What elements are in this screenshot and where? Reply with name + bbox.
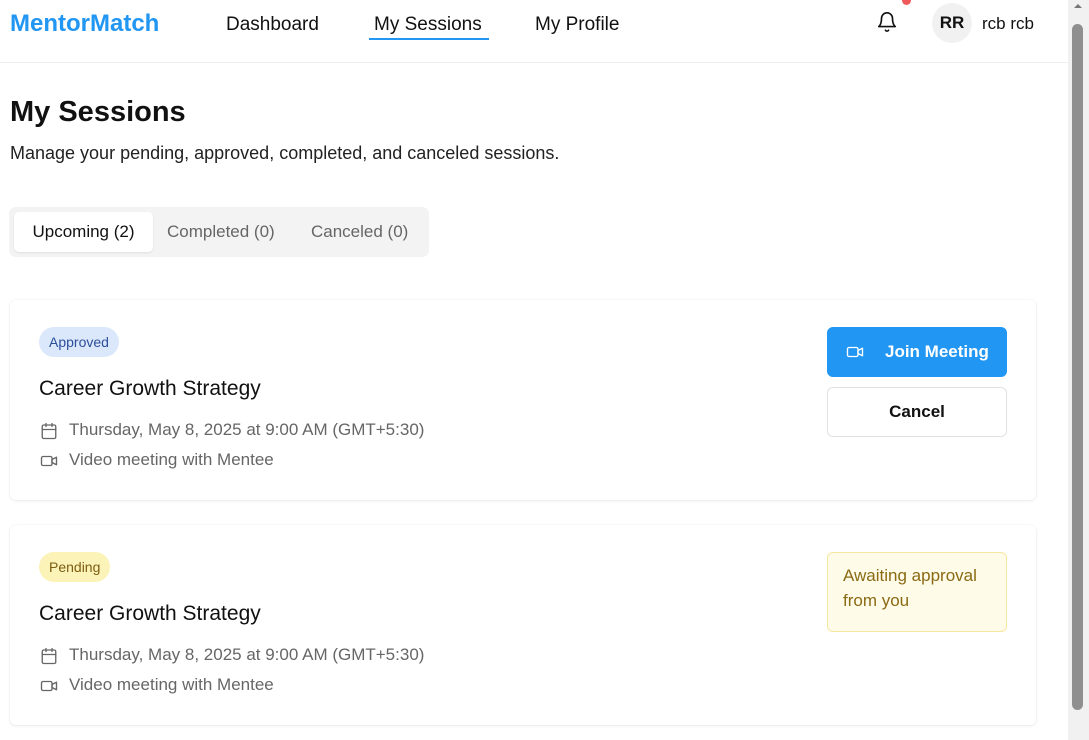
notification-dot [902, 0, 911, 5]
nav-dashboard[interactable]: Dashboard [226, 14, 319, 36]
bell-icon[interactable] [876, 11, 898, 33]
session-tabs: Upcoming (2) Completed (0) Canceled (0) [9, 207, 429, 257]
calendar-icon [41, 422, 57, 440]
page-title: My Sessions [10, 96, 186, 128]
nav-my-sessions[interactable]: My Sessions [374, 14, 482, 36]
session-card: Pending Career Growth Strategy Thursday,… [10, 525, 1036, 725]
join-meeting-label: Join Meeting [885, 342, 989, 361]
active-nav-indicator [369, 38, 489, 40]
status-badge: Approved [39, 327, 119, 357]
session-datetime-text: Thursday, May 8, 2025 at 9:00 AM (GMT+5:… [69, 420, 425, 439]
tab-completed[interactable]: Completed (0) [167, 212, 275, 252]
awaiting-approval-notice: Awaiting approval from you [827, 552, 1007, 632]
video-camera-icon [40, 455, 58, 467]
video-camera-icon [846, 346, 864, 358]
username[interactable]: rcb rcb [982, 14, 1034, 34]
scroll-up-arrow-icon[interactable] [1071, 0, 1085, 12]
video-camera-icon [40, 680, 58, 692]
session-datetime-text: Thursday, May 8, 2025 at 9:00 AM (GMT+5:… [69, 645, 425, 664]
avatar[interactable]: RR [932, 3, 972, 43]
page: MentorMatch Dashboard My Sessions My Pro… [0, 0, 1068, 740]
join-meeting-button[interactable]: Join Meeting [827, 327, 1007, 377]
top-navbar: MentorMatch Dashboard My Sessions My Pro… [0, 0, 1068, 63]
brand-logo[interactable]: MentorMatch [10, 10, 159, 38]
page-subtitle: Manage your pending, approved, completed… [10, 143, 560, 163]
tab-canceled[interactable]: Canceled (0) [311, 212, 408, 252]
scrollbar-thumb[interactable] [1072, 24, 1083, 710]
nav-my-profile[interactable]: My Profile [535, 14, 619, 36]
session-card: Approved Career Growth Strategy Thursday… [10, 300, 1036, 500]
calendar-icon [41, 647, 57, 665]
session-meeting-type-text: Video meeting with Mentee [69, 675, 274, 694]
status-badge: Pending [39, 552, 111, 582]
session-title: Career Growth Strategy [39, 377, 261, 400]
session-title: Career Growth Strategy [39, 602, 261, 625]
session-meeting-type-text: Video meeting with Mentee [69, 450, 274, 469]
tab-upcoming[interactable]: Upcoming (2) [14, 212, 153, 252]
cancel-session-button[interactable]: Cancel [827, 387, 1007, 437]
